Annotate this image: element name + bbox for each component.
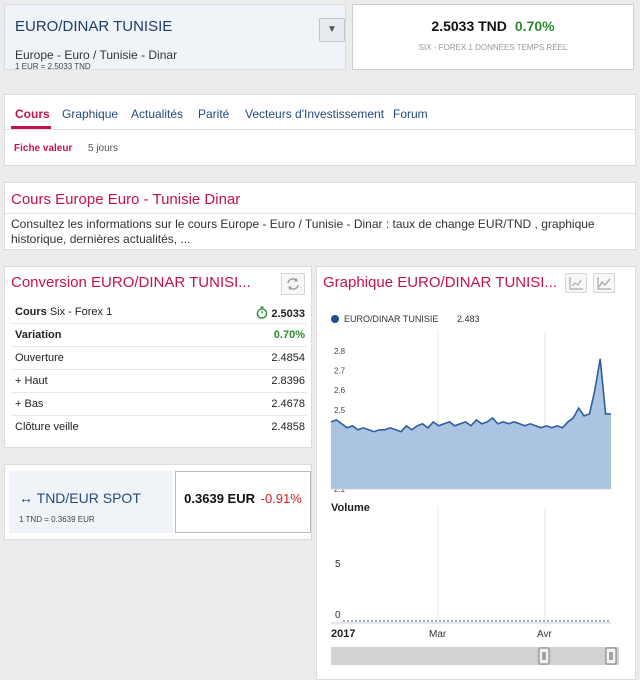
spot-title-line: ↔ TND/EUR SPOT xyxy=(19,490,141,506)
cours-label: Cours xyxy=(15,306,47,318)
cours-row-label: Cours Six - Forex 1 xyxy=(15,306,112,318)
tab-forum[interactable]: Forum xyxy=(393,107,428,121)
tab-graphique[interactable]: Graphique xyxy=(62,107,118,121)
haut-label: + Haut xyxy=(15,375,48,387)
spot-panel: ↔ TND/EUR SPOT 1 TND = 0.3639 EUR 0.3639… xyxy=(4,464,312,540)
y-tick-label: 2.5 xyxy=(334,406,346,415)
intro-title: Cours Europe Euro - Tunisie Dinar xyxy=(11,191,241,208)
instrument-title: EURO/DINAR TUNISIE xyxy=(15,18,173,35)
instrument-rate: 1 EUR = 2.5033 TND xyxy=(15,62,91,71)
variation-value: 0.70% xyxy=(273,329,305,341)
x-label-avr: Avr xyxy=(537,629,552,640)
volume-label: Volume xyxy=(331,502,370,514)
refresh-button[interactable] xyxy=(281,273,305,295)
navigator-handle-left[interactable] xyxy=(538,647,550,665)
y-tick-label: 2.8 xyxy=(334,347,346,356)
x-label-mar: Mar xyxy=(429,629,447,640)
conversion-title: Conversion EURO/DINAR TUNISI... xyxy=(11,274,251,291)
y-tick-label: 2.7 xyxy=(334,367,346,376)
quote-box: 2.5033 TND 0.70% SIX - FOREX 1 DONNÉES TE… xyxy=(352,4,634,70)
subtab-5-jours[interactable]: 5 jours xyxy=(88,143,118,154)
tab-vecteurs[interactable]: Vecteurs d'Investissement xyxy=(245,107,384,121)
ouverture-row: Ouverture 2.4854 xyxy=(11,347,307,370)
navigator-track[interactable] xyxy=(331,647,619,665)
ouverture-label: Ouverture xyxy=(15,352,64,364)
cloture-value: 2.4858 xyxy=(271,421,305,433)
bas-value: 2.4678 xyxy=(271,398,305,410)
volume-tick-5: 5 xyxy=(335,559,341,570)
legend-value: 2.483 xyxy=(457,314,480,324)
intro-text: Consultez les informations sur le cours … xyxy=(11,217,595,246)
cloture-row: Clôture veille 2.4858 xyxy=(11,416,307,439)
tabs-divider xyxy=(5,129,635,130)
refresh-icon xyxy=(287,278,299,290)
variation-label: Variation xyxy=(15,329,62,341)
subtab-fiche-valeur[interactable]: Fiche valeur xyxy=(14,143,72,154)
cours-row-value: 2.5033 xyxy=(256,306,305,320)
volume-tick-0: 0 xyxy=(335,610,341,621)
spot-rate: 1 TND = 0.3639 EUR xyxy=(19,515,95,524)
legend-marker xyxy=(331,315,339,323)
intro-panel: Cours Europe Euro - Tunisie Dinar Consul… xyxy=(4,182,636,250)
spot-title: TND/EUR SPOT xyxy=(36,490,141,506)
tab-parite[interactable]: Parité xyxy=(198,107,229,121)
tab-cours[interactable]: Cours xyxy=(15,107,50,121)
spot-quote: 0.3639 EUR -0.91% xyxy=(175,471,311,533)
bas-label: + Bas xyxy=(15,398,44,410)
quote-change: 0.70% xyxy=(514,18,555,34)
chevron-down-icon: ▼ xyxy=(327,24,337,35)
haut-value: 2.8396 xyxy=(271,375,305,387)
haut-row: + Haut 2.8396 xyxy=(11,370,307,393)
series-area xyxy=(331,358,611,489)
x-label-2017: 2017 xyxy=(331,628,355,640)
tab-actualites[interactable]: Actualités xyxy=(131,107,183,121)
legend-series-name: EURO/DINAR TUNISIE xyxy=(344,314,438,324)
intro-divider xyxy=(5,213,635,214)
quote-price: 2.5033 TND xyxy=(431,18,507,34)
cours-row: Cours Six - Forex 1 2.5033 xyxy=(11,301,307,324)
spot-info[interactable]: ↔ TND/EUR SPOT 1 TND = 0.3639 EUR xyxy=(9,471,173,533)
quote-price-line: 2.5033 TND 0.70% xyxy=(353,18,633,34)
cloture-label: Clôture veille xyxy=(15,421,79,433)
spot-value-line: 0.3639 EUR -0.91% xyxy=(176,491,310,506)
spot-change: -0.91% xyxy=(260,491,302,506)
conversion-panel: Conversion EURO/DINAR TUNISI... Cours Si… xyxy=(4,266,312,448)
navigator-handle-right[interactable] xyxy=(605,647,617,665)
exchange-arrows-icon: ↔ xyxy=(19,490,33,506)
bas-row: + Bas 2.4678 xyxy=(11,393,307,416)
quote-source: SIX - FOREX 1 DONNÉES TEMPS RÉEL xyxy=(418,43,568,52)
instrument-selector: EURO/DINAR TUNISIE ▼ Europe - Euro / Tun… xyxy=(4,4,346,71)
y-tick-label: 2.6 xyxy=(334,386,346,395)
cours-value: 2.5033 xyxy=(271,308,305,320)
variation-row: Variation 0.70% xyxy=(11,324,307,347)
instrument-dropdown-button[interactable]: ▼ xyxy=(319,18,345,42)
chart-panel: Graphique EURO/DINAR TUNISI... EURO/DINA… xyxy=(316,266,636,680)
chart-svg[interactable]: EURO/DINAR TUNISIE 2.483 2.12.42.52.62.7… xyxy=(317,267,635,679)
tabs-panel: Cours Graphique Actualités Parité Vecteu… xyxy=(4,94,636,166)
spot-value: 0.3639 EUR xyxy=(184,491,255,506)
instrument-subtitle: Europe - Euro / Tunisie - Dinar xyxy=(15,48,178,62)
stopwatch-icon xyxy=(257,306,268,319)
ouverture-value: 2.4854 xyxy=(271,352,305,364)
series-line xyxy=(330,358,611,433)
cours-source: Six - Forex 1 xyxy=(49,306,113,318)
